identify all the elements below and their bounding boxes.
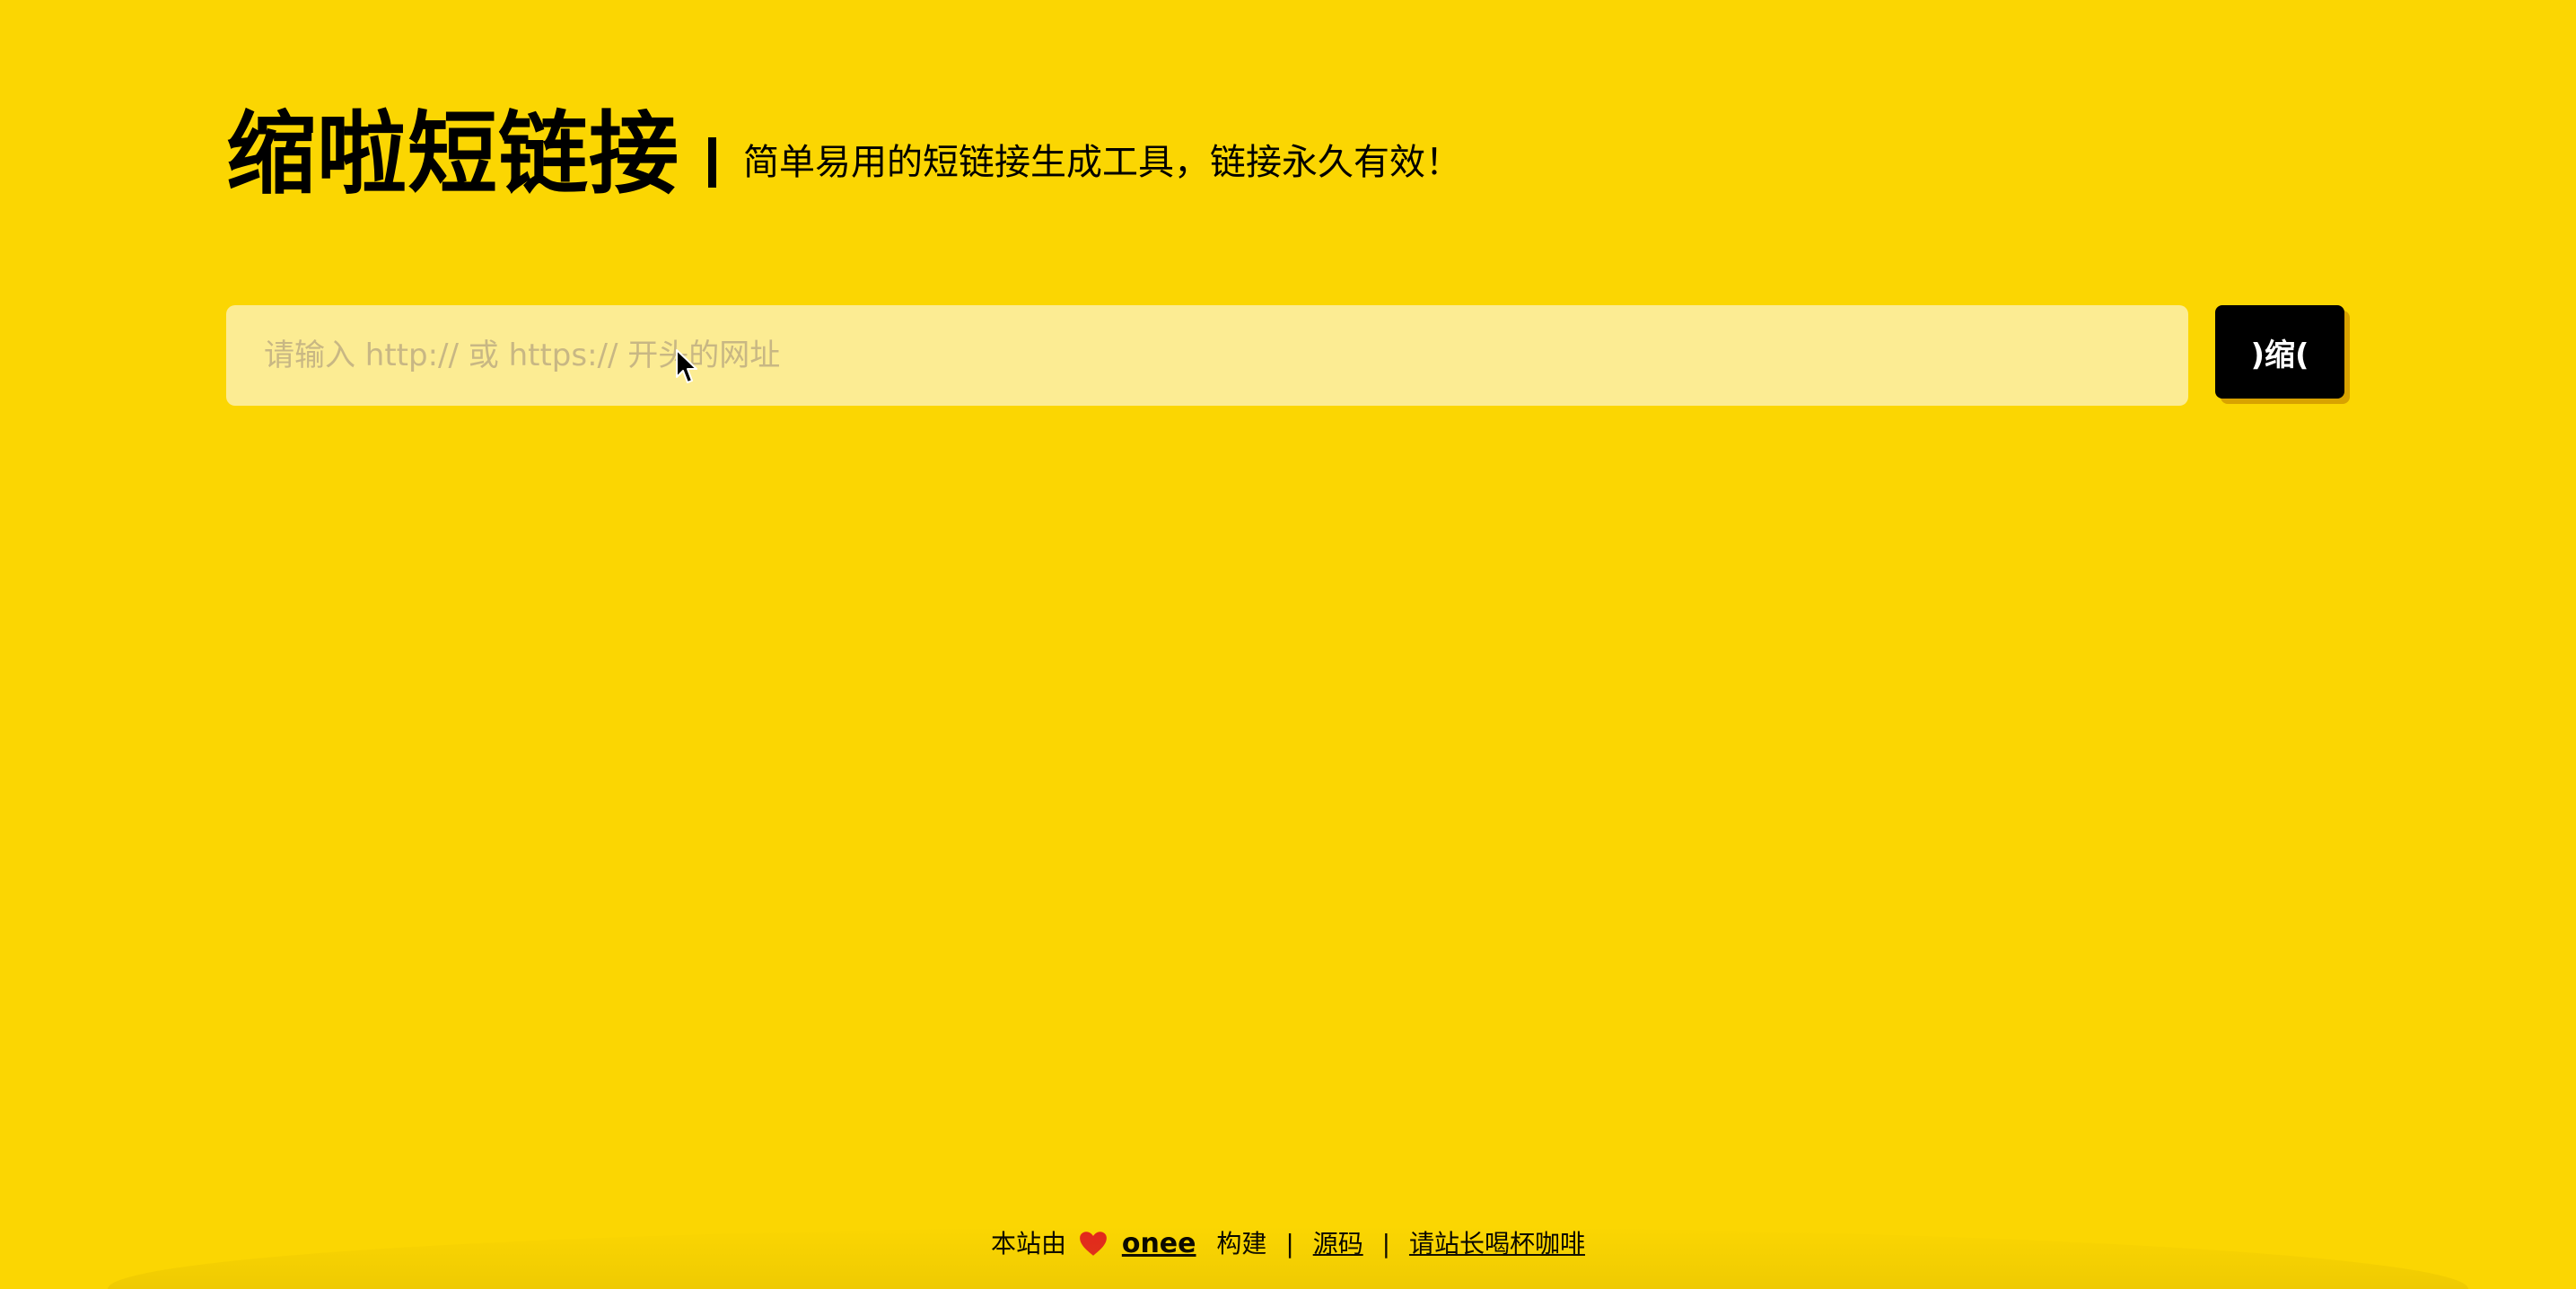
mouse-cursor-icon — [676, 349, 697, 383]
coffee-link[interactable]: 请站长喝杯咖啡 — [1409, 1229, 1585, 1258]
page-header: 缩啦短链接 简单易用的短链接生成工具，链接永久有效！ — [226, 101, 1461, 208]
footer-separator: | — [1285, 1229, 1294, 1258]
page-footer: 本站由 onee 构建 | 源码 | 请站长喝杯咖啡 — [0, 1224, 2576, 1260]
author-link[interactable]: onee — [1122, 1228, 1196, 1259]
heart-icon — [1080, 1232, 1107, 1256]
url-input[interactable] — [226, 305, 2188, 406]
site-tagline: 简单易用的短链接生成工具，链接永久有效！ — [743, 142, 1461, 183]
footer-built-prefix: 本站由 — [991, 1229, 1067, 1258]
footer-built-suffix: 构建 — [1216, 1229, 1267, 1258]
shorten-button[interactable]: )缩( — [2215, 305, 2344, 399]
source-code-link[interactable]: 源码 — [1313, 1229, 1363, 1258]
title-divider — [708, 137, 716, 188]
footer-separator: | — [1381, 1229, 1391, 1258]
site-title: 缩啦短链接 — [226, 101, 679, 206]
